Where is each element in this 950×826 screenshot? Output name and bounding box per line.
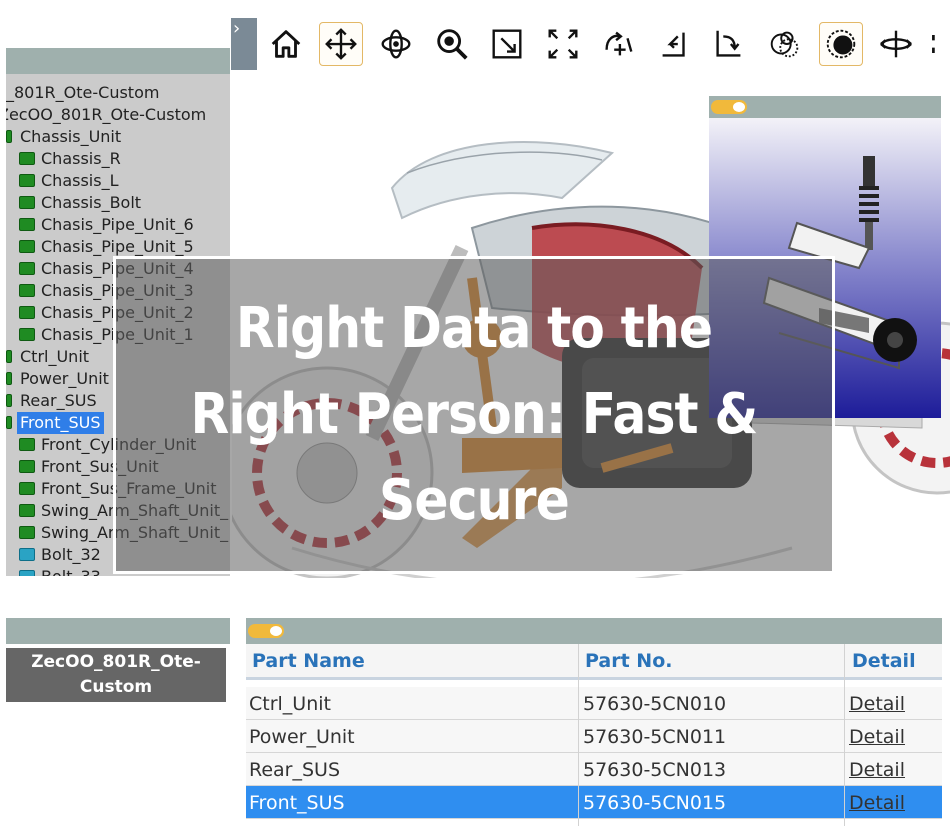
pan-move-icon (325, 28, 357, 60)
zoom-icon (437, 29, 468, 60)
tree-node[interactable]: Chassis_Unit (6, 126, 121, 148)
part-icon (19, 482, 35, 495)
bolt-icon (19, 548, 35, 561)
tree-node-selected[interactable]: Front_SUS (6, 412, 104, 434)
part-icon (19, 196, 35, 209)
fit-all-icon (548, 29, 578, 59)
tree-node[interactable]: _801R_Ote-Custom (6, 82, 159, 104)
isolate-icon (826, 29, 856, 59)
detail-link[interactable]: Detail (849, 720, 905, 753)
banner-line-3: Secure (379, 468, 570, 533)
home-button[interactable] (264, 22, 308, 66)
tree-node[interactable]: Chassis_Bolt (19, 192, 141, 214)
tree-node[interactable]: Rear_SUS (6, 390, 97, 412)
tree-node[interactable]: Ctrl_Unit (6, 346, 89, 368)
view-bottom-button[interactable] (707, 22, 751, 66)
part-icon (19, 284, 35, 297)
tree-node[interactable]: Power_Unit (6, 368, 109, 390)
tree-node[interactable]: Chassis_R (19, 148, 121, 170)
column-divider (578, 644, 579, 826)
assembly-panel-header (6, 618, 230, 644)
table-row-selected[interactable]: Front_SUS 57630-5CN015 Detail (246, 786, 942, 819)
rotate-plus-icon (605, 31, 633, 56)
tree-node[interactable]: ZecOO_801R_Ote-Custom (6, 104, 206, 126)
part-icon (19, 306, 35, 319)
table-row[interactable]: Power_Unit 57630-5CN011 Detail (246, 720, 942, 753)
more-icon (932, 35, 935, 53)
assembly-icon (6, 350, 12, 363)
tree-panel-header (6, 48, 230, 74)
parts-table-header-bar (246, 618, 942, 644)
table-row[interactable]: Ctrl_Unit 57630-5CN010 Detail (246, 687, 942, 720)
part-icon (19, 152, 35, 165)
banner-line-1: Right Data to the (235, 296, 713, 361)
table-toggle[interactable] (248, 624, 284, 638)
part-icon (19, 174, 35, 187)
column-header-part-no[interactable]: Part No. (585, 644, 672, 678)
chevron-right-icon: › (233, 18, 241, 39)
column-header-detail[interactable]: Detail (852, 644, 916, 678)
banner-title: Right Data to the Right Person: Fast & S… (190, 286, 759, 544)
flip-button[interactable] (874, 22, 918, 66)
tree-node[interactable]: Chasis_Pipe_Unit_5 (19, 236, 194, 258)
home-icon (271, 30, 301, 58)
detail-link[interactable]: Detail (849, 753, 905, 786)
assembly-icon (6, 372, 12, 385)
tree-node[interactable]: Bolt_33 (19, 566, 101, 576)
part-icon (19, 460, 35, 473)
inset-panel-header (709, 96, 941, 118)
part-icon (19, 526, 35, 539)
hero-banner: Right Data to the Right Person: Fast & S… (113, 256, 835, 574)
more-tools-button[interactable] (928, 22, 950, 66)
table-header-row: Part Name Part No. Detail (246, 644, 942, 680)
column-header-part-name[interactable]: Part Name (252, 644, 365, 678)
tree-node[interactable]: Chasis_Pipe_Unit_6 (19, 214, 194, 236)
rotate-button[interactable] (374, 22, 418, 66)
zoom-box-icon (492, 29, 522, 59)
isolate-button[interactable] (819, 22, 863, 66)
part-icon (19, 218, 35, 231)
table-row[interactable]: Rear_SUS 57630-5CN013 Detail (246, 753, 942, 786)
panel-collapse-tab[interactable]: › (231, 18, 257, 70)
root-assembly-node[interactable]: ZecOO_801R_Ote- Custom (6, 648, 226, 702)
part-icon (19, 262, 35, 275)
tree-node[interactable]: Bolt_32 (19, 544, 101, 566)
ghost-parts-button[interactable] (763, 22, 807, 66)
assembly-icon (6, 130, 12, 143)
assembly-icon (6, 416, 12, 429)
inset-toggle[interactable] (711, 100, 747, 114)
zoom-button[interactable] (430, 22, 474, 66)
part-icon (19, 438, 35, 451)
detail-link[interactable]: Detail (849, 687, 905, 720)
rotate-icon (381, 29, 411, 59)
assembly-icon (6, 394, 12, 407)
flip-icon (880, 30, 912, 58)
tree-node[interactable]: Chassis_L (19, 170, 118, 192)
view-bottom-icon (716, 30, 741, 57)
view-left-button[interactable] (652, 22, 696, 66)
rotate-plus-button[interactable] (596, 22, 640, 66)
viewer-toolbar (262, 20, 950, 72)
detail-link[interactable]: Detail (849, 786, 905, 819)
part-icon (19, 328, 35, 341)
view-left-icon (662, 32, 685, 57)
column-divider (844, 644, 845, 826)
part-icon (19, 240, 35, 253)
fit-all-button[interactable] (541, 22, 585, 66)
pan-button[interactable] (319, 22, 363, 66)
parts-table: Part Name Part No. Detail Ctrl_Unit 5763… (246, 644, 942, 826)
banner-line-2: Right Person: Fast & (190, 382, 759, 447)
part-icon (19, 504, 35, 517)
bolt-icon (19, 570, 35, 576)
ghost-parts-icon (770, 31, 799, 58)
zoom-box-button[interactable] (485, 22, 529, 66)
